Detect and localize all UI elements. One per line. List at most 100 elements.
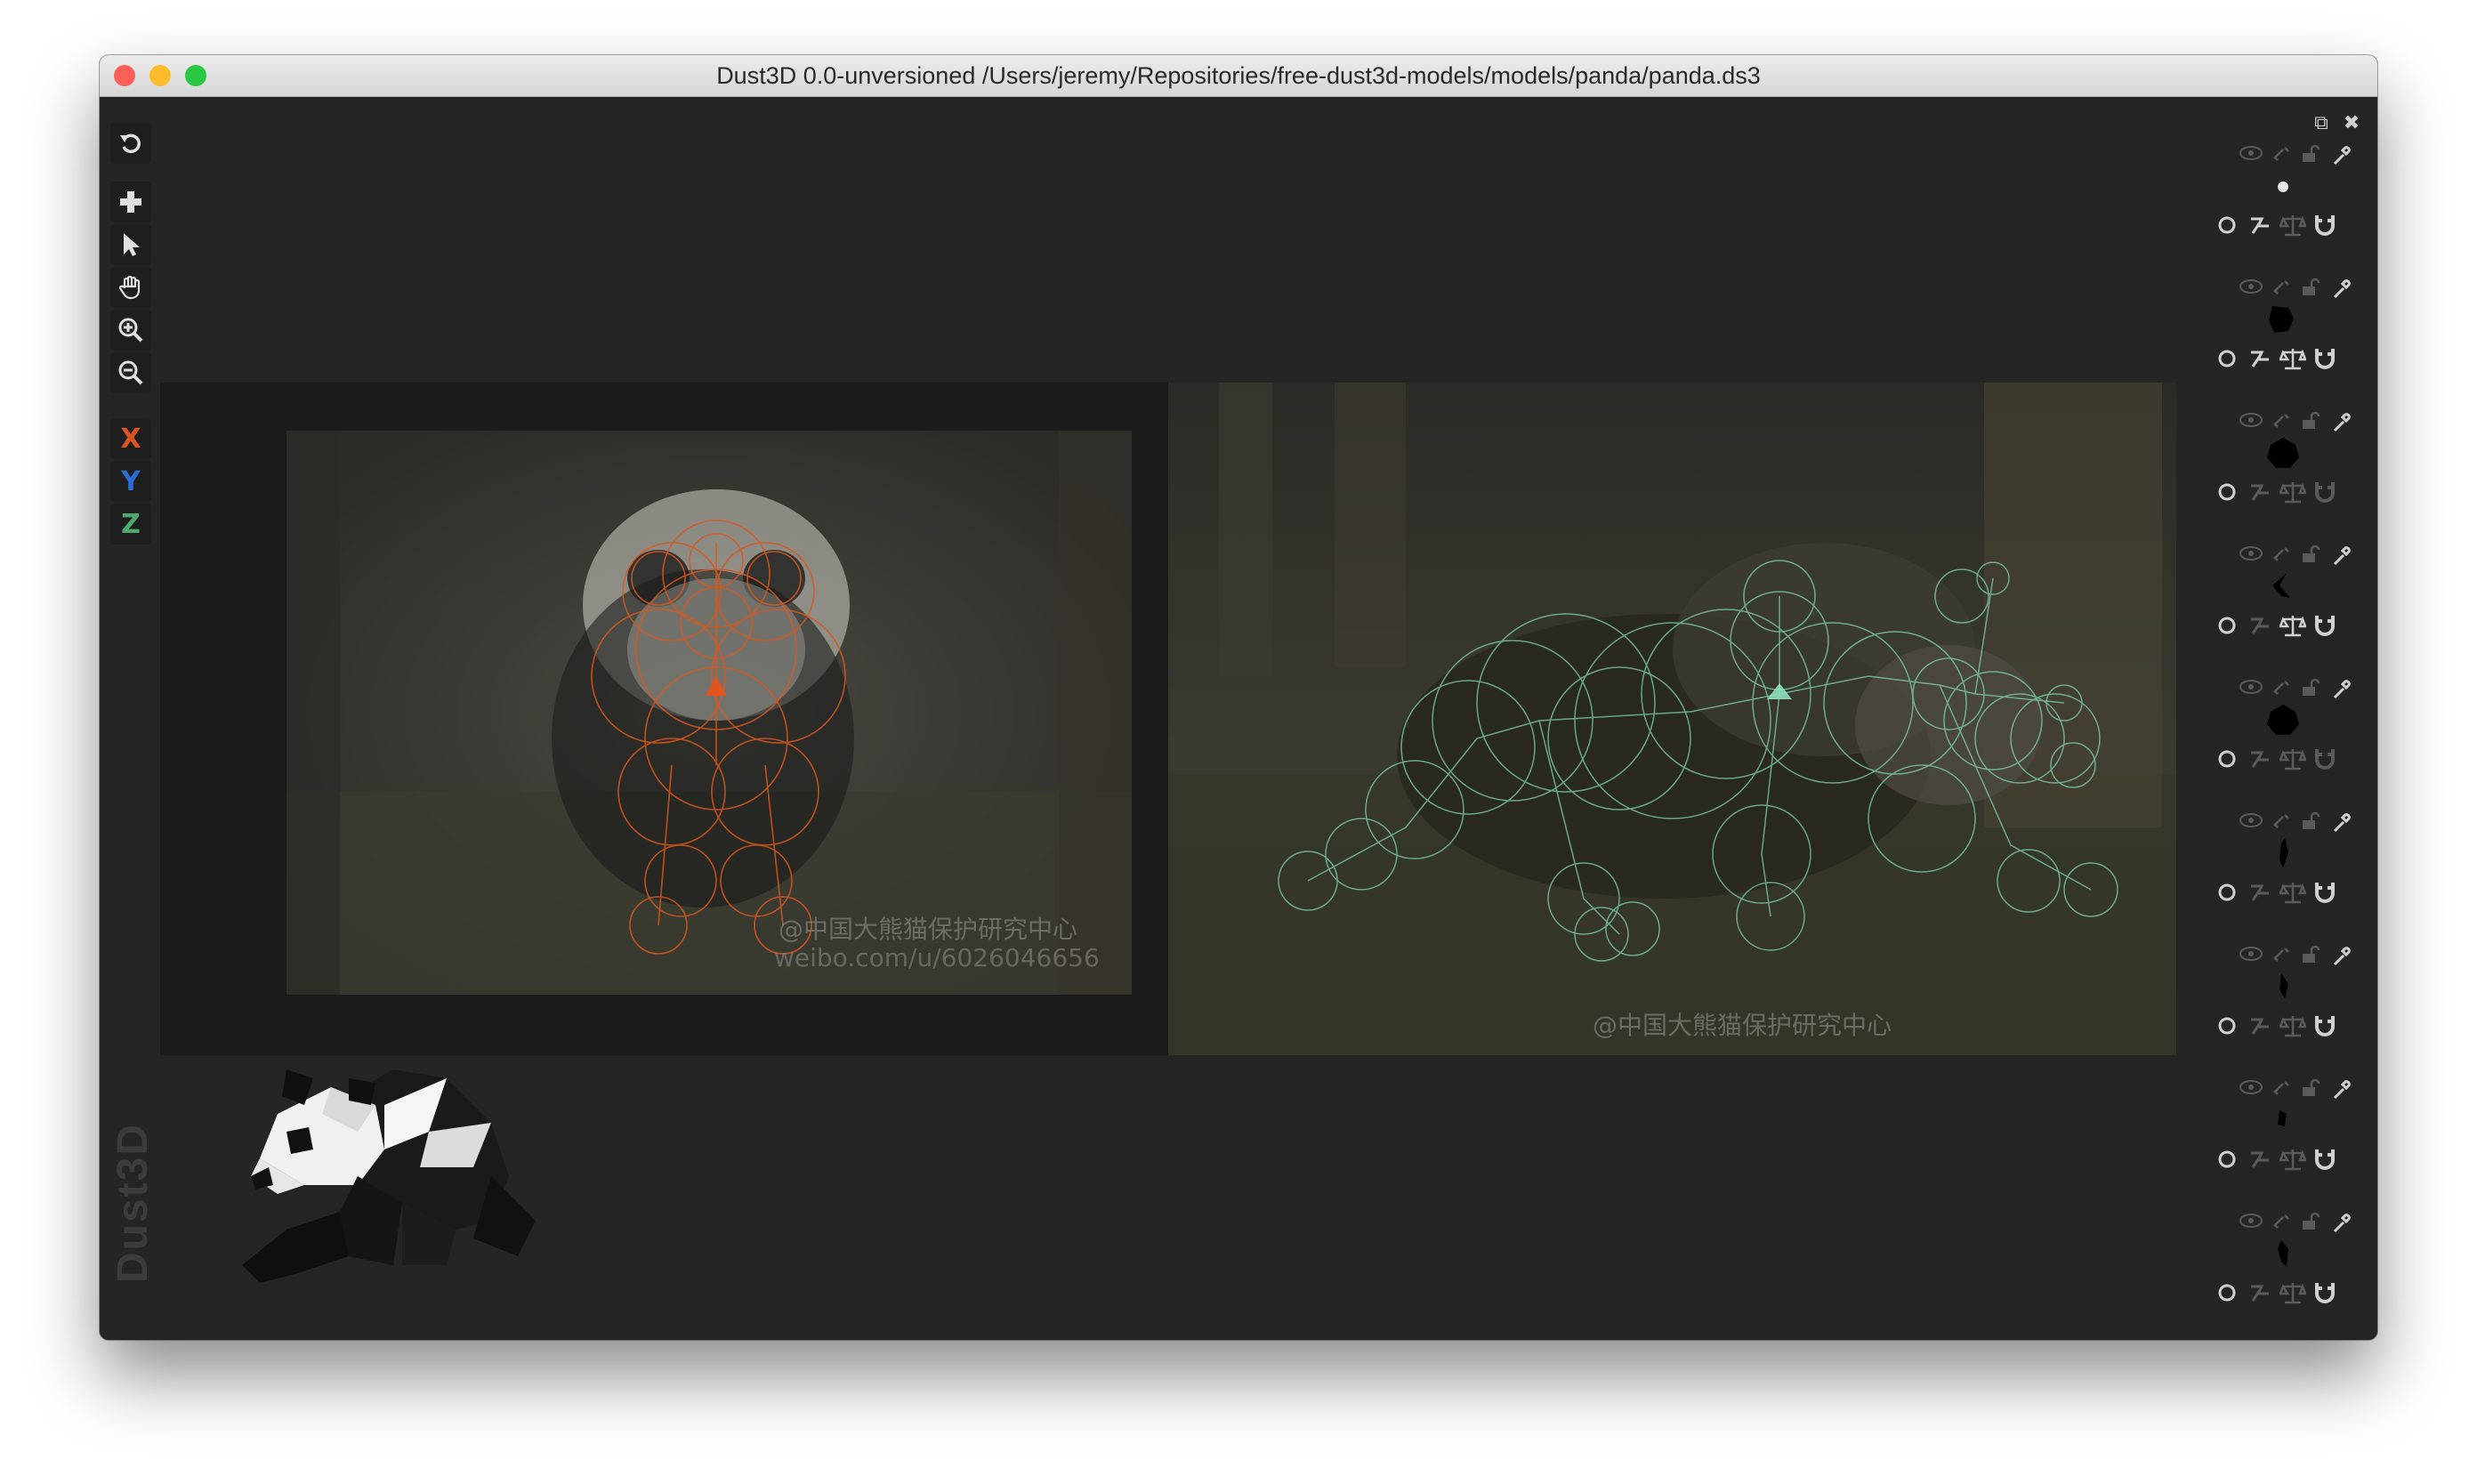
magnet-icon[interactable]	[2313, 881, 2336, 904]
z-axis-toggle[interactable]: Z	[110, 504, 151, 544]
x-axis-toggle[interactable]: X	[110, 418, 151, 459]
magnet-icon[interactable]	[2313, 614, 2336, 637]
close-icon[interactable]: ✖	[2342, 114, 2361, 133]
mirror-icon[interactable]	[2247, 1148, 2272, 1171]
unlock-icon[interactable]	[2301, 411, 2322, 431]
drag-tool-button[interactable]	[110, 267, 151, 308]
zoom-out-icon	[118, 360, 143, 385]
balance-icon[interactable]	[2279, 1148, 2306, 1171]
model-preview[interactable]	[224, 1052, 562, 1301]
y-axis-toggle[interactable]: Y	[110, 461, 151, 502]
mirror-icon[interactable]	[2247, 1281, 2272, 1304]
magnet-icon[interactable]	[2313, 1281, 2336, 1304]
part-item[interactable]	[2217, 1212, 2368, 1340]
part-preview-shape	[2278, 181, 2288, 192]
eye-icon[interactable]	[2239, 144, 2263, 162]
zoom-in-button[interactable]	[110, 310, 151, 351]
unlock-icon[interactable]	[2301, 678, 2322, 698]
mirror-icon[interactable]	[2247, 347, 2272, 370]
radio-icon[interactable]	[2217, 349, 2237, 368]
eye-icon[interactable]	[2239, 811, 2263, 829]
link-icon[interactable]	[2271, 278, 2292, 297]
mirror-icon[interactable]	[2247, 214, 2272, 237]
balance-icon[interactable]	[2279, 480, 2306, 504]
color-picker-icon[interactable]	[2331, 1078, 2352, 1101]
link-icon[interactable]	[2271, 1212, 2292, 1231]
skeleton-canvas[interactable]: @中国大熊猫保护研究中心 weibo.com/u/6026046656 @中国大…	[160, 383, 2176, 1055]
mirror-icon[interactable]	[2247, 614, 2272, 637]
radio-icon[interactable]	[2217, 749, 2237, 769]
mirror-icon[interactable]	[2247, 747, 2272, 770]
window-title: Dust3D 0.0-unversioned /Users/jeremy/Rep…	[716, 62, 1761, 89]
mirror-icon[interactable]	[2247, 1014, 2272, 1037]
magnet-icon[interactable]	[2313, 214, 2336, 237]
balance-icon[interactable]	[2279, 1281, 2306, 1304]
link-icon[interactable]	[2271, 144, 2292, 164]
add-node-button[interactable]	[110, 181, 151, 222]
color-picker-icon[interactable]	[2331, 144, 2352, 167]
unlock-icon[interactable]	[2301, 144, 2322, 164]
part-item[interactable]	[2217, 678, 2368, 811]
part-item[interactable]	[2217, 144, 2368, 278]
zoom-in-icon	[118, 318, 143, 343]
color-picker-icon[interactable]	[2331, 1212, 2352, 1235]
radio-icon[interactable]	[2217, 1149, 2237, 1169]
magnet-icon[interactable]	[2313, 747, 2336, 770]
title-bar: Dust3D 0.0-unversioned /Users/jeremy/Rep…	[100, 55, 2377, 97]
unlock-icon[interactable]	[2301, 945, 2322, 964]
unlock-icon[interactable]	[2301, 278, 2322, 297]
eye-icon[interactable]	[2239, 945, 2263, 963]
unlock-icon[interactable]	[2301, 544, 2322, 564]
color-picker-icon[interactable]	[2331, 411, 2352, 434]
link-icon[interactable]	[2271, 945, 2292, 964]
magnet-icon[interactable]	[2313, 347, 2336, 370]
color-picker-icon[interactable]	[2331, 278, 2352, 301]
link-icon[interactable]	[2271, 678, 2292, 698]
part-item[interactable]	[2217, 811, 2368, 945]
balance-icon[interactable]	[2279, 881, 2306, 904]
radio-icon[interactable]	[2217, 883, 2237, 902]
eye-icon[interactable]	[2239, 411, 2263, 429]
part-item[interactable]	[2217, 945, 2368, 1078]
eye-icon[interactable]	[2239, 678, 2263, 696]
balance-icon[interactable]	[2279, 347, 2306, 370]
radio-icon[interactable]	[2217, 482, 2237, 502]
eye-icon[interactable]	[2239, 278, 2263, 295]
link-icon[interactable]	[2271, 811, 2292, 831]
eye-icon[interactable]	[2239, 1212, 2263, 1230]
part-item[interactable]	[2217, 278, 2368, 411]
part-item[interactable]	[2217, 1078, 2368, 1212]
color-picker-icon[interactable]	[2331, 678, 2352, 701]
unlock-icon[interactable]	[2301, 1212, 2322, 1231]
balance-icon[interactable]	[2279, 214, 2306, 237]
magnet-icon[interactable]	[2313, 1148, 2336, 1171]
undo-button[interactable]	[110, 123, 151, 164]
eye-icon[interactable]	[2239, 1078, 2263, 1096]
link-icon[interactable]	[2271, 1078, 2292, 1098]
magnet-icon[interactable]	[2313, 1014, 2336, 1037]
magnet-icon[interactable]	[2313, 480, 2336, 504]
link-icon[interactable]	[2271, 544, 2292, 564]
balance-icon[interactable]	[2279, 614, 2306, 637]
unlock-icon[interactable]	[2301, 1078, 2322, 1098]
radio-icon[interactable]	[2217, 1016, 2237, 1036]
radio-icon[interactable]	[2217, 215, 2237, 235]
select-tool-button[interactable]	[110, 224, 151, 265]
part-preview-shape	[2269, 306, 2294, 333]
unlock-icon[interactable]	[2301, 811, 2322, 831]
mirror-icon[interactable]	[2247, 881, 2272, 904]
color-picker-icon[interactable]	[2331, 945, 2352, 968]
part-item[interactable]	[2217, 544, 2368, 678]
balance-icon[interactable]	[2279, 1014, 2306, 1037]
radio-icon[interactable]	[2217, 1283, 2237, 1303]
zoom-out-button[interactable]	[110, 352, 151, 393]
color-picker-icon[interactable]	[2331, 811, 2352, 835]
part-item[interactable]	[2217, 411, 2368, 544]
link-icon[interactable]	[2271, 411, 2292, 431]
color-picker-icon[interactable]	[2331, 544, 2352, 568]
mirror-icon[interactable]	[2247, 480, 2272, 504]
restore-icon[interactable]: ⧉	[2312, 114, 2331, 133]
balance-icon[interactable]	[2279, 747, 2306, 770]
eye-icon[interactable]	[2239, 544, 2263, 562]
radio-icon[interactable]	[2217, 616, 2237, 635]
